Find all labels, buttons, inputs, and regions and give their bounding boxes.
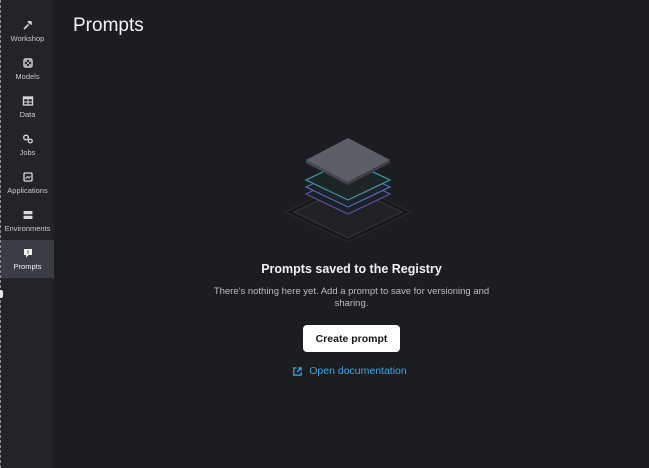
sidebar-item-label: Models: [15, 72, 40, 81]
sidebar-item-label: Workshop: [10, 34, 45, 43]
empty-state: Prompts saved to the Registry There's no…: [54, 130, 649, 377]
page-title: Prompts: [73, 15, 144, 36]
sidebar-item-jobs[interactable]: Jobs: [1, 126, 54, 164]
application-icon: [22, 172, 33, 182]
sidebar-item-prompts[interactable]: Prompts: [1, 240, 54, 278]
sidebar-item-label: Data: [19, 110, 36, 119]
sidebar-item-data[interactable]: Data: [1, 88, 54, 126]
sidebar-nav-list: Workshop Models Data Jobs Applications E…: [1, 0, 54, 278]
sidebar: Workshop Models Data Jobs Applications E…: [0, 0, 54, 468]
create-prompt-button[interactable]: Create prompt: [302, 325, 401, 352]
external-link-icon: [293, 366, 303, 376]
main-content: Prompts Prompts saved to the Registry Th…: [54, 0, 649, 468]
prompt-icon: [23, 249, 32, 258]
app-window: Workshop Models Data Jobs Applications E…: [0, 0, 649, 468]
sidebar-item-label: Jobs: [19, 148, 36, 157]
server-icon: [23, 211, 32, 219]
empty-state-description: There's nothing here yet. Add a prompt t…: [213, 286, 490, 309]
models-icon: [22, 58, 33, 68]
sidebar-item-label: Prompts: [13, 262, 42, 271]
sidebar-item-label: Applications: [7, 186, 48, 195]
stacked-layers-illustration: [283, 138, 412, 242]
workshop-icon: [22, 21, 32, 30]
gears-icon: [22, 134, 33, 144]
sidebar-resize-handle[interactable]: [0, 290, 3, 298]
sidebar-item-environments[interactable]: Environments: [1, 202, 54, 240]
sidebar-item-models[interactable]: Models: [1, 50, 54, 88]
empty-state-title: Prompts saved to the Registry: [261, 262, 442, 276]
open-documentation-link[interactable]: Open documentation: [292, 365, 407, 377]
table-icon: [22, 96, 33, 106]
sidebar-item-label: Environments: [4, 224, 51, 233]
sidebar-item-applications[interactable]: Applications: [1, 164, 54, 202]
sidebar-item-workshop[interactable]: Workshop: [1, 12, 54, 50]
open-documentation-label: Open documentation: [309, 365, 407, 377]
